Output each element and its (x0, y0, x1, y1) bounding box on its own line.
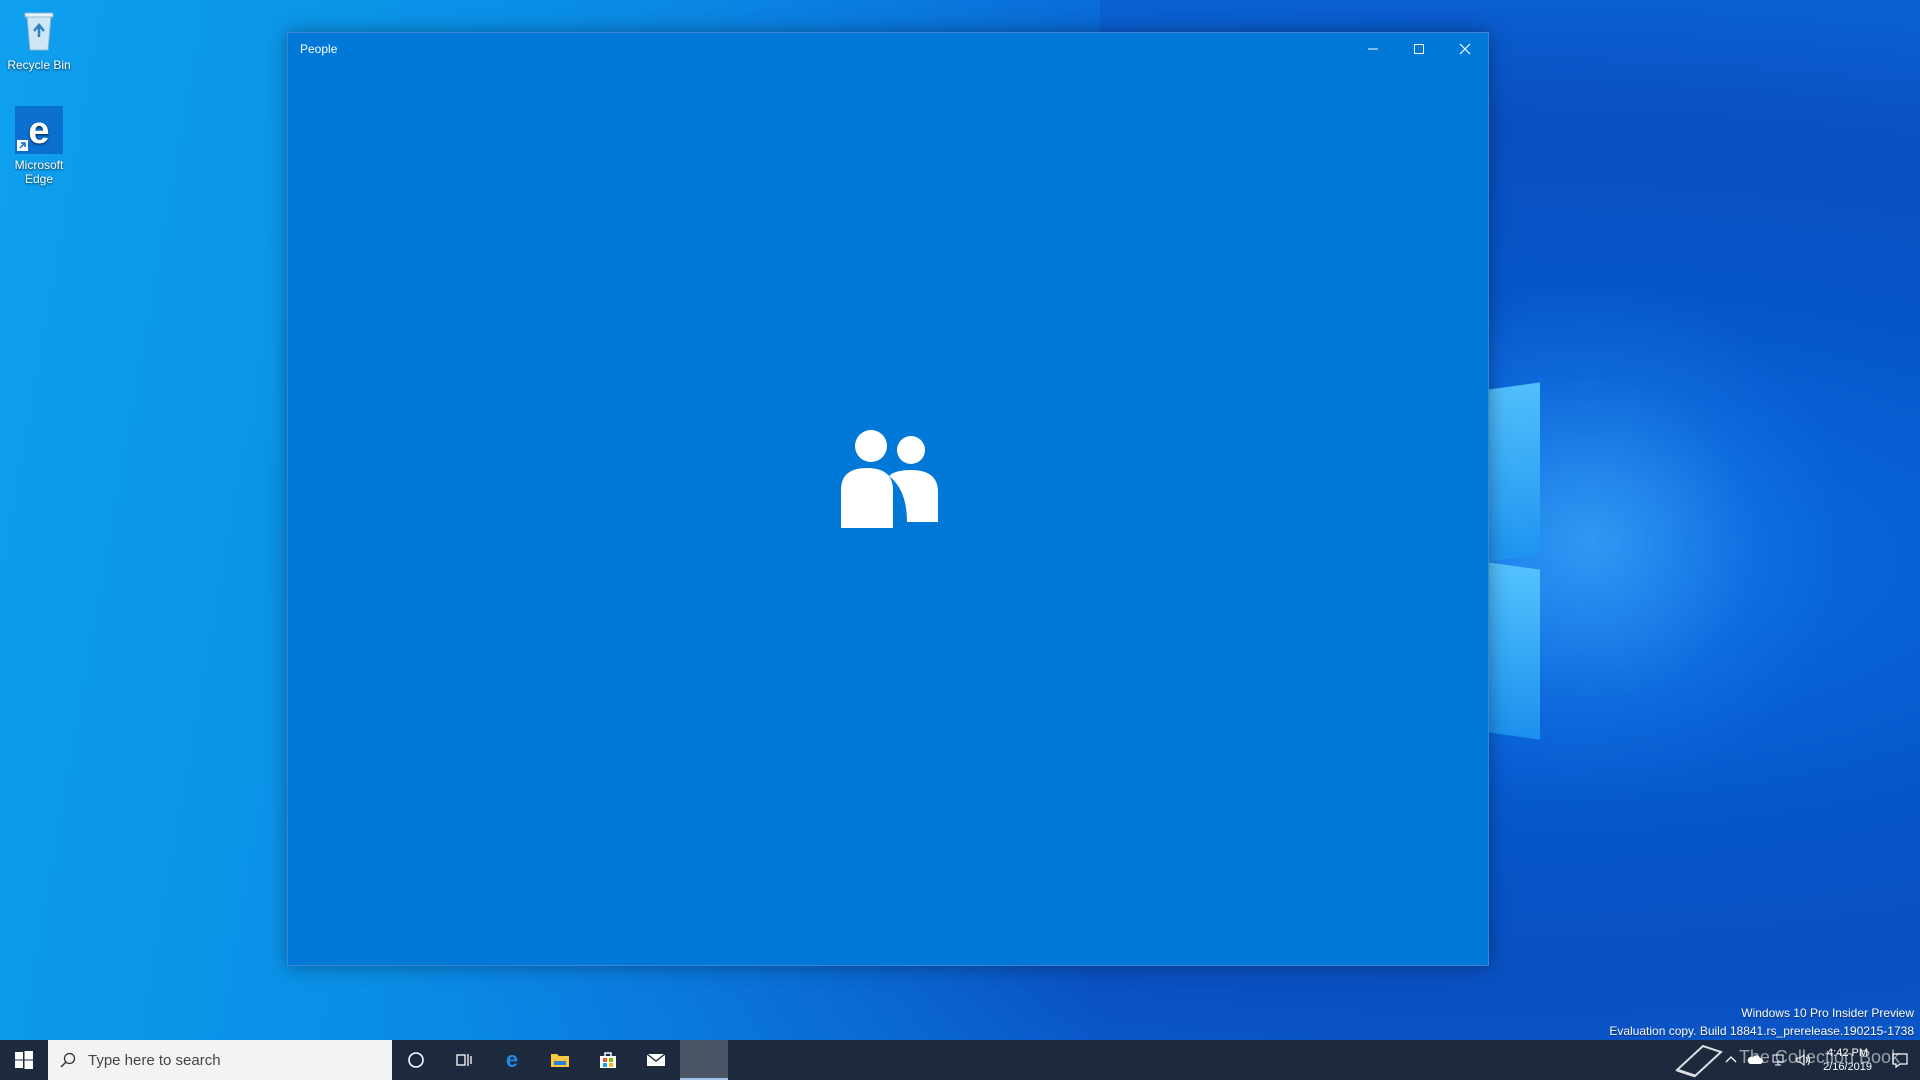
task-view-icon (456, 1054, 472, 1066)
maximize-button[interactable] (1396, 33, 1442, 65)
edge-icon: e (15, 106, 63, 154)
window-title: People (300, 42, 338, 56)
recycle-bin-label: Recycle Bin (7, 58, 71, 72)
people-icon (841, 430, 938, 528)
book-watermark-icon (1675, 1044, 1723, 1078)
edge-icon: e (506, 1050, 518, 1070)
file-explorer-button[interactable] (536, 1040, 584, 1080)
store-button[interactable] (584, 1040, 632, 1080)
watermark-line-1: Windows 10 Pro Insider Preview (1741, 1006, 1914, 1020)
cortana-button[interactable] (392, 1040, 440, 1080)
taskbar-people-button[interactable] (680, 1040, 728, 1080)
desktop-icon-recycle-bin[interactable]: Recycle Bin (0, 6, 78, 72)
mail-button[interactable] (632, 1040, 680, 1080)
close-button[interactable] (1442, 33, 1488, 65)
search-box[interactable]: Type here to search (48, 1040, 392, 1080)
start-button[interactable] (0, 1040, 48, 1080)
taskbar: Type here to search e 4:42 PM 2/16/2019 … (0, 1040, 1920, 1080)
windows-start-icon (15, 1051, 33, 1069)
store-icon (600, 1052, 616, 1068)
watermark-line-2: Evaluation copy. Build 18841.rs_prerelea… (1609, 1024, 1914, 1038)
maximize-icon (1414, 44, 1424, 54)
windows-logo-pane-top (1488, 382, 1540, 562)
title-bar[interactable]: People (288, 33, 1488, 65)
file-explorer-icon (551, 1054, 569, 1067)
windows-logo-pane-bottom (1488, 562, 1540, 740)
recycle-bin-icon (15, 6, 63, 54)
mail-icon (646, 1053, 666, 1066)
minimize-button[interactable] (1350, 33, 1396, 65)
svg-text:e: e (506, 1050, 518, 1070)
cortana-icon (408, 1052, 424, 1068)
minimize-icon (1368, 48, 1378, 50)
task-view-button[interactable] (440, 1040, 488, 1080)
search-placeholder: Type here to search (88, 1051, 221, 1069)
desktop-icon-edge[interactable]: e Microsoft Edge (0, 106, 78, 186)
edge-label: Microsoft Edge (14, 158, 64, 186)
search-icon (60, 1052, 76, 1068)
build-watermark: Windows 10 Pro Insider Preview Evaluatio… (1609, 1004, 1914, 1040)
people-app-window[interactable]: People (287, 32, 1489, 966)
svg-text:e: e (28, 110, 49, 152)
chevron-up-icon (1725, 1056, 1737, 1063)
taskbar-edge-button[interactable]: e (488, 1040, 536, 1080)
overlay-watermark-text: The Collection Book (1738, 1047, 1900, 1067)
close-icon (1459, 43, 1471, 55)
